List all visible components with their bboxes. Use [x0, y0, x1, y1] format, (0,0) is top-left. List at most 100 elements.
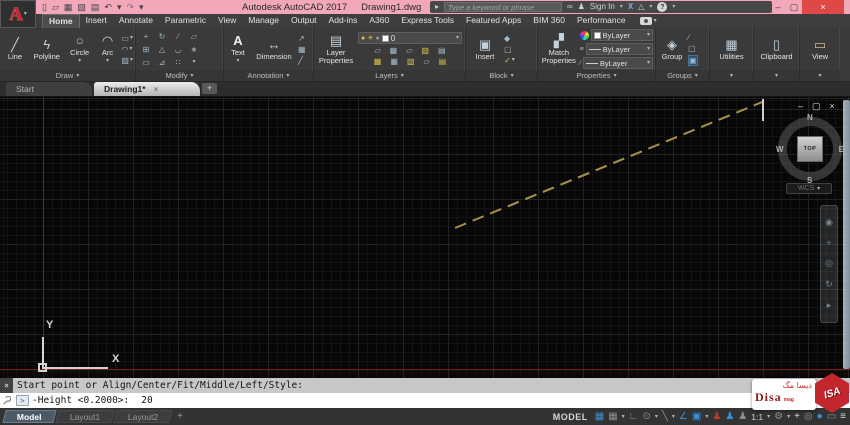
model-tab[interactable]: Model [2, 410, 57, 423]
line-button[interactable]: ╱ Line [2, 37, 28, 61]
object-snap-caret-icon[interactable]: ▾ [705, 414, 708, 420]
layer-walk-icon[interactable]: ▧ [407, 57, 415, 66]
object-color-caret-icon[interactable]: ▾ [647, 32, 650, 38]
save-icon[interactable]: ▦ [64, 1, 73, 13]
layout2-tab[interactable]: Layout2 [113, 410, 173, 423]
lineweight-caret-icon[interactable]: ▾ [647, 46, 650, 52]
insert-button[interactable]: ▣ Insert [468, 37, 502, 61]
layer-freeze-tool-icon[interactable]: ▱ [406, 46, 412, 55]
rectangle-caret-icon[interactable]: ▾ [130, 35, 133, 41]
viewport-restore-icon[interactable]: ▢ [812, 101, 821, 111]
command-input-row[interactable]: > -Height <0.2000>: 20 [0, 393, 850, 408]
mirror-icon[interactable]: △ [159, 45, 165, 54]
explode-icon[interactable]: ∗ [191, 45, 198, 54]
group-edit-icon[interactable]: ▢ [688, 44, 698, 53]
view-panel-title[interactable]: ▾ [800, 70, 840, 81]
annotation-visibility-icon[interactable]: ♟ [712, 411, 721, 423]
annotation-scale-icon[interactable]: ♟ [738, 411, 747, 423]
a360-icon[interactable]: △ [638, 1, 644, 13]
layer-select-caret-icon[interactable]: ▾ [456, 35, 459, 41]
minimize-window-icon[interactable]: – [770, 0, 786, 14]
drawing-canvas[interactable]: – ▢ × N S W E TOP WCS ▾ ◉ + ◎ ↻ ▸ X Y [0, 97, 850, 378]
layer-match-icon[interactable]: ▦ [374, 57, 382, 66]
snap-mode-icon[interactable]: ▦ [608, 411, 617, 423]
zoom-icon[interactable]: ◎ [825, 259, 833, 268]
lineweight-dropdown[interactable]: ByLayer ▾ [585, 43, 653, 55]
trim-icon[interactable]: ∕ [177, 32, 178, 41]
a360-caret-icon[interactable]: ▾ [649, 4, 652, 10]
command-input-value[interactable]: 20 [141, 395, 152, 406]
command-customize-button[interactable] [0, 393, 13, 408]
object-snap-tracking-icon[interactable]: ∠ [679, 411, 688, 423]
isodraft-caret-icon[interactable]: ▾ [672, 414, 675, 420]
viewcube-top-face[interactable]: TOP [797, 136, 823, 162]
ortho-mode-icon[interactable]: ∟ [629, 411, 639, 423]
search-go-icon[interactable]: ▸ [435, 1, 439, 13]
model-space-indicator[interactable]: MODEL [553, 412, 588, 422]
hatch-icon[interactable]: ▨ [121, 56, 129, 65]
layers-panel-title[interactable]: Layers ▾ [314, 70, 465, 81]
group-selection-icon[interactable]: ▣ [688, 54, 698, 66]
layer-on-icon[interactable]: ● [361, 35, 365, 42]
file-tab-start[interactable]: Start [6, 82, 92, 96]
utilities-button[interactable]: ▦ Utilities [712, 37, 751, 61]
new-file-icon[interactable]: ▯ [42, 1, 47, 13]
open-file-icon[interactable]: ▱ [52, 1, 59, 13]
move-icon[interactable]: + [144, 32, 149, 41]
object-color-dropdown[interactable]: ByLayer ▾ [590, 29, 653, 41]
ellipse-icon[interactable]: ◠ [121, 45, 128, 54]
isodraft-icon[interactable]: ╲ [662, 411, 668, 423]
tab-featured-apps[interactable]: Featured Apps [460, 14, 527, 28]
layer-select-dropdown[interactable]: ● ☀ ● 0 ▾ [358, 32, 462, 44]
autoscale-icon[interactable]: ♟ [725, 411, 734, 423]
wcs-caret-icon[interactable]: ▾ [817, 186, 820, 192]
close-window-icon[interactable]: × [802, 0, 844, 14]
layer-make-current-icon[interactable]: ▤ [438, 46, 446, 55]
erase-icon[interactable]: ▱ [191, 32, 197, 41]
linetype-caret-icon[interactable]: ▾ [647, 60, 650, 66]
array-icon[interactable]: ∷ [175, 58, 180, 67]
tab-output[interactable]: Output [285, 14, 323, 28]
ungroup-icon[interactable]: ∕ [688, 33, 698, 42]
groups-panel-title[interactable]: Groups ▾ [656, 70, 709, 81]
hatch-caret-icon[interactable]: ▾ [130, 57, 133, 63]
tab-insert[interactable]: Insert [80, 14, 113, 28]
redo-icon[interactable]: ↷ [127, 1, 135, 13]
file-tab-drawing1[interactable]: Drawing1* × [94, 82, 200, 96]
application-menu-button[interactable]: A ▾ [0, 0, 36, 28]
rotate-icon[interactable]: ↻ [159, 32, 166, 41]
qat-customize-caret-icon[interactable]: ▾ [139, 1, 144, 13]
scale-icon[interactable]: ⊿ [159, 58, 166, 67]
layer-properties-button[interactable]: ▤ Layer Properties [316, 33, 356, 65]
new-drawing-tab-button[interactable]: + [202, 83, 217, 94]
array-caret-icon[interactable]: ▾ [192, 59, 195, 65]
dimension-button[interactable]: ↔ Dimension [252, 37, 296, 61]
create-block-icon[interactable]: ◆ [504, 34, 515, 43]
help-caret-icon[interactable]: ▾ [672, 4, 675, 10]
wcs-dropdown[interactable]: WCS ▾ [786, 183, 832, 194]
navigation-wheel-icon[interactable]: ◉ [825, 217, 833, 227]
sign-in-caret-icon[interactable]: ▾ [620, 4, 623, 10]
arc-caret-icon[interactable]: ▾ [106, 58, 109, 64]
exchange-apps-icon[interactable]: X [628, 1, 633, 13]
pan-icon[interactable]: + [826, 238, 831, 248]
block-attributes-caret-icon[interactable]: ▾ [512, 57, 515, 63]
sign-in-button[interactable]: Sign In [590, 1, 615, 13]
tab-parametric[interactable]: Parametric [159, 14, 212, 28]
layer-merge-icon[interactable]: ▤ [439, 57, 447, 66]
grid-display-icon[interactable]: ▦ [595, 411, 604, 423]
tab-a360[interactable]: A360 [363, 14, 395, 28]
view-cube[interactable]: N S W E TOP [775, 113, 845, 185]
circle-button[interactable]: ○ Circle ▾ [66, 34, 94, 65]
tab-express-tools[interactable]: Express Tools [395, 14, 460, 28]
polar-tracking-icon[interactable]: ⊙ [642, 411, 650, 423]
tab-performance[interactable]: Performance [571, 14, 632, 28]
layer-color-swatch[interactable] [381, 34, 389, 42]
orbit-icon[interactable]: ↻ [825, 280, 833, 289]
table-icon[interactable]: ▦ [298, 45, 306, 54]
layer-previous-icon[interactable]: ▦ [390, 57, 398, 66]
clipboard-button[interactable]: ▯ Clipboard [756, 37, 797, 61]
color-wheel-icon[interactable] [579, 30, 589, 40]
match-properties-button[interactable]: ▞ Match Properties [540, 33, 578, 65]
tab-home[interactable]: Home [42, 14, 80, 28]
